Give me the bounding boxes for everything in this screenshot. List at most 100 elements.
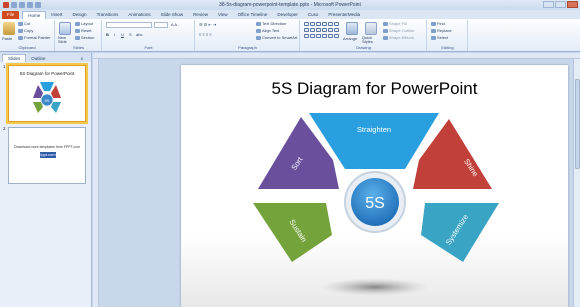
- group-label-font: Font: [144, 45, 153, 50]
- tab-presentermedia[interactable]: PresenterMedia: [323, 11, 365, 19]
- slide-thumbnail-1[interactable]: 5S Diagram for PowerPoint 5S: [6, 63, 88, 124]
- tab-cuso[interactable]: Cuso: [303, 11, 324, 19]
- new-slide-button[interactable]: New Slide: [58, 36, 73, 44]
- grow-font-icon[interactable]: A A: [171, 22, 177, 27]
- cursor-icon: [431, 35, 436, 40]
- find-button[interactable]: Find: [431, 21, 445, 26]
- title-bar: 38-5s-diagram-powerpoint-template.pptx -…: [0, 0, 580, 10]
- paragraph-group: ☰ ☰ ⇤ ⇥ ≡ ≡ ≡ ≡ Text Direction Align Tex…: [196, 20, 300, 51]
- paint-bucket-icon: [383, 21, 388, 26]
- tab-view[interactable]: View: [213, 11, 233, 19]
- text-direction-button[interactable]: Text Direction: [256, 21, 286, 26]
- drawing-group: Arrange Quick Styles Shape Fill Shape Ou…: [301, 20, 427, 51]
- slides-group: New Slide Layout Reset Section Slides: [56, 20, 102, 51]
- tab-slides[interactable]: Slides: [2, 54, 27, 62]
- layout-icon: [75, 21, 80, 26]
- slide-number-2: 2: [3, 126, 6, 131]
- maximize-button[interactable]: [555, 1, 566, 8]
- arrange-icon[interactable]: [346, 22, 358, 35]
- quick-styles-icon[interactable]: [365, 22, 377, 35]
- new-slide-icon[interactable]: [59, 22, 71, 35]
- shadow-button[interactable]: abc: [136, 32, 142, 37]
- scrollbar-thumb[interactable]: [575, 79, 580, 169]
- scissors-icon: [18, 21, 23, 26]
- binoculars-icon: [431, 21, 436, 26]
- minimize-button[interactable]: [543, 1, 554, 8]
- vertical-scrollbar[interactable]: [573, 59, 580, 307]
- format-painter-button[interactable]: Format Painter: [18, 35, 50, 40]
- window-title: 38-5s-diagram-powerpoint-template.pptx -…: [219, 2, 361, 8]
- thumbnail-fppt-link: fppt.com: [40, 152, 56, 158]
- tab-animations[interactable]: Animations: [123, 11, 155, 19]
- bold-button[interactable]: B: [106, 32, 109, 37]
- close-window-button[interactable]: [567, 1, 578, 8]
- align-text-icon: [256, 28, 261, 33]
- reset-button[interactable]: Reset: [75, 28, 91, 33]
- horizontal-ruler: [93, 53, 580, 59]
- tab-outline[interactable]: Outline: [26, 55, 50, 62]
- group-label-editing: Editing: [441, 45, 454, 50]
- thumbnail-5s-diagram: 5S: [33, 82, 61, 113]
- convert-smartart-button[interactable]: Convert to SmartArt: [256, 35, 297, 40]
- pen-icon: [383, 28, 388, 33]
- tab-office-timeline[interactable]: Office Timeline: [233, 11, 273, 19]
- bullets-icon[interactable]: ☰ ☰ ⇤ ⇥: [199, 22, 216, 27]
- tab-design[interactable]: Design: [68, 11, 92, 19]
- editing-group: Find Replace Select Editing: [428, 20, 468, 51]
- select-button[interactable]: Select: [431, 35, 448, 40]
- group-label-drawing: Drawing: [356, 45, 371, 50]
- shape-outline-button[interactable]: Shape Outline: [383, 28, 414, 33]
- segment-straighten-label: Straighten: [357, 125, 391, 134]
- underline-button[interactable]: U: [121, 32, 124, 37]
- font-group: A A B I U S abc Font: [103, 20, 195, 51]
- ribbon: Paste Cut Copy Format Painter Clipboard …: [0, 19, 580, 52]
- font-name-dropdown[interactable]: [106, 22, 152, 28]
- segment-sustain-shape: [253, 203, 332, 262]
- slide-canvas[interactable]: 5S Diagram for PowerPoint Straighten Shi…: [181, 65, 568, 307]
- slide-thumbnail-2[interactable]: Download more templates from FPPT.com fp…: [8, 127, 86, 184]
- layout-button[interactable]: Layout: [75, 21, 93, 26]
- smartart-icon: [256, 35, 261, 40]
- tab-home[interactable]: Home: [22, 11, 47, 19]
- shape-effects-button[interactable]: Shape Effects: [383, 35, 414, 40]
- center-circle[interactable]: 5S: [344, 171, 406, 233]
- group-label-slides: Slides: [73, 45, 84, 50]
- segment-sustain[interactable]: Sustain: [253, 203, 332, 262]
- replace-button[interactable]: Replace: [431, 28, 452, 33]
- thumbnail-download-text: Download more templates from FPPT.com: [14, 145, 80, 149]
- tab-slide-show[interactable]: Slide Show: [156, 11, 189, 19]
- copy-icon: [18, 28, 23, 33]
- font-size-dropdown[interactable]: [154, 22, 168, 28]
- center-label: 5S: [365, 195, 385, 212]
- tab-developer[interactable]: Developer: [272, 11, 303, 19]
- strikethrough-button[interactable]: S: [129, 32, 132, 37]
- quick-styles-button[interactable]: Quick Styles: [362, 36, 380, 44]
- text-direction-icon: [256, 21, 261, 26]
- effects-icon: [383, 35, 388, 40]
- slide-number-1: 1: [3, 64, 6, 69]
- arrange-button[interactable]: Arrange: [343, 36, 357, 41]
- copy-button[interactable]: Copy: [18, 28, 33, 33]
- slide-editor: 5S Diagram for PowerPoint Straighten Shi…: [93, 53, 580, 307]
- paste-icon[interactable]: [3, 22, 15, 35]
- tab-insert[interactable]: Insert: [46, 11, 67, 19]
- cut-button[interactable]: Cut: [18, 21, 30, 26]
- section-icon: [75, 35, 80, 40]
- slides-pane: Slides Outline x 1 5S Diagram for PowerP…: [0, 53, 92, 307]
- align-text-button[interactable]: Align Text: [256, 28, 279, 33]
- group-label-paragraph: Paragraph: [238, 45, 257, 50]
- shape-fill-button[interactable]: Shape Fill: [383, 21, 407, 26]
- tab-review[interactable]: Review: [188, 11, 213, 19]
- close-pane-button[interactable]: x: [76, 55, 88, 62]
- paste-button[interactable]: Paste: [2, 36, 12, 41]
- diagram-shadow: [320, 278, 430, 296]
- brush-icon: [18, 35, 23, 40]
- segment-systemize[interactable]: Systemize: [421, 203, 499, 262]
- italic-button[interactable]: I: [114, 32, 115, 37]
- section-button[interactable]: Section: [75, 35, 94, 40]
- ribbon-tabs: File Home Insert Design Transitions Anim…: [0, 10, 580, 19]
- vertical-ruler: [93, 59, 99, 307]
- tab-file[interactable]: File: [2, 11, 20, 19]
- align-icons[interactable]: ≡ ≡ ≡ ≡: [199, 32, 212, 37]
- tab-transitions[interactable]: Transitions: [92, 11, 124, 19]
